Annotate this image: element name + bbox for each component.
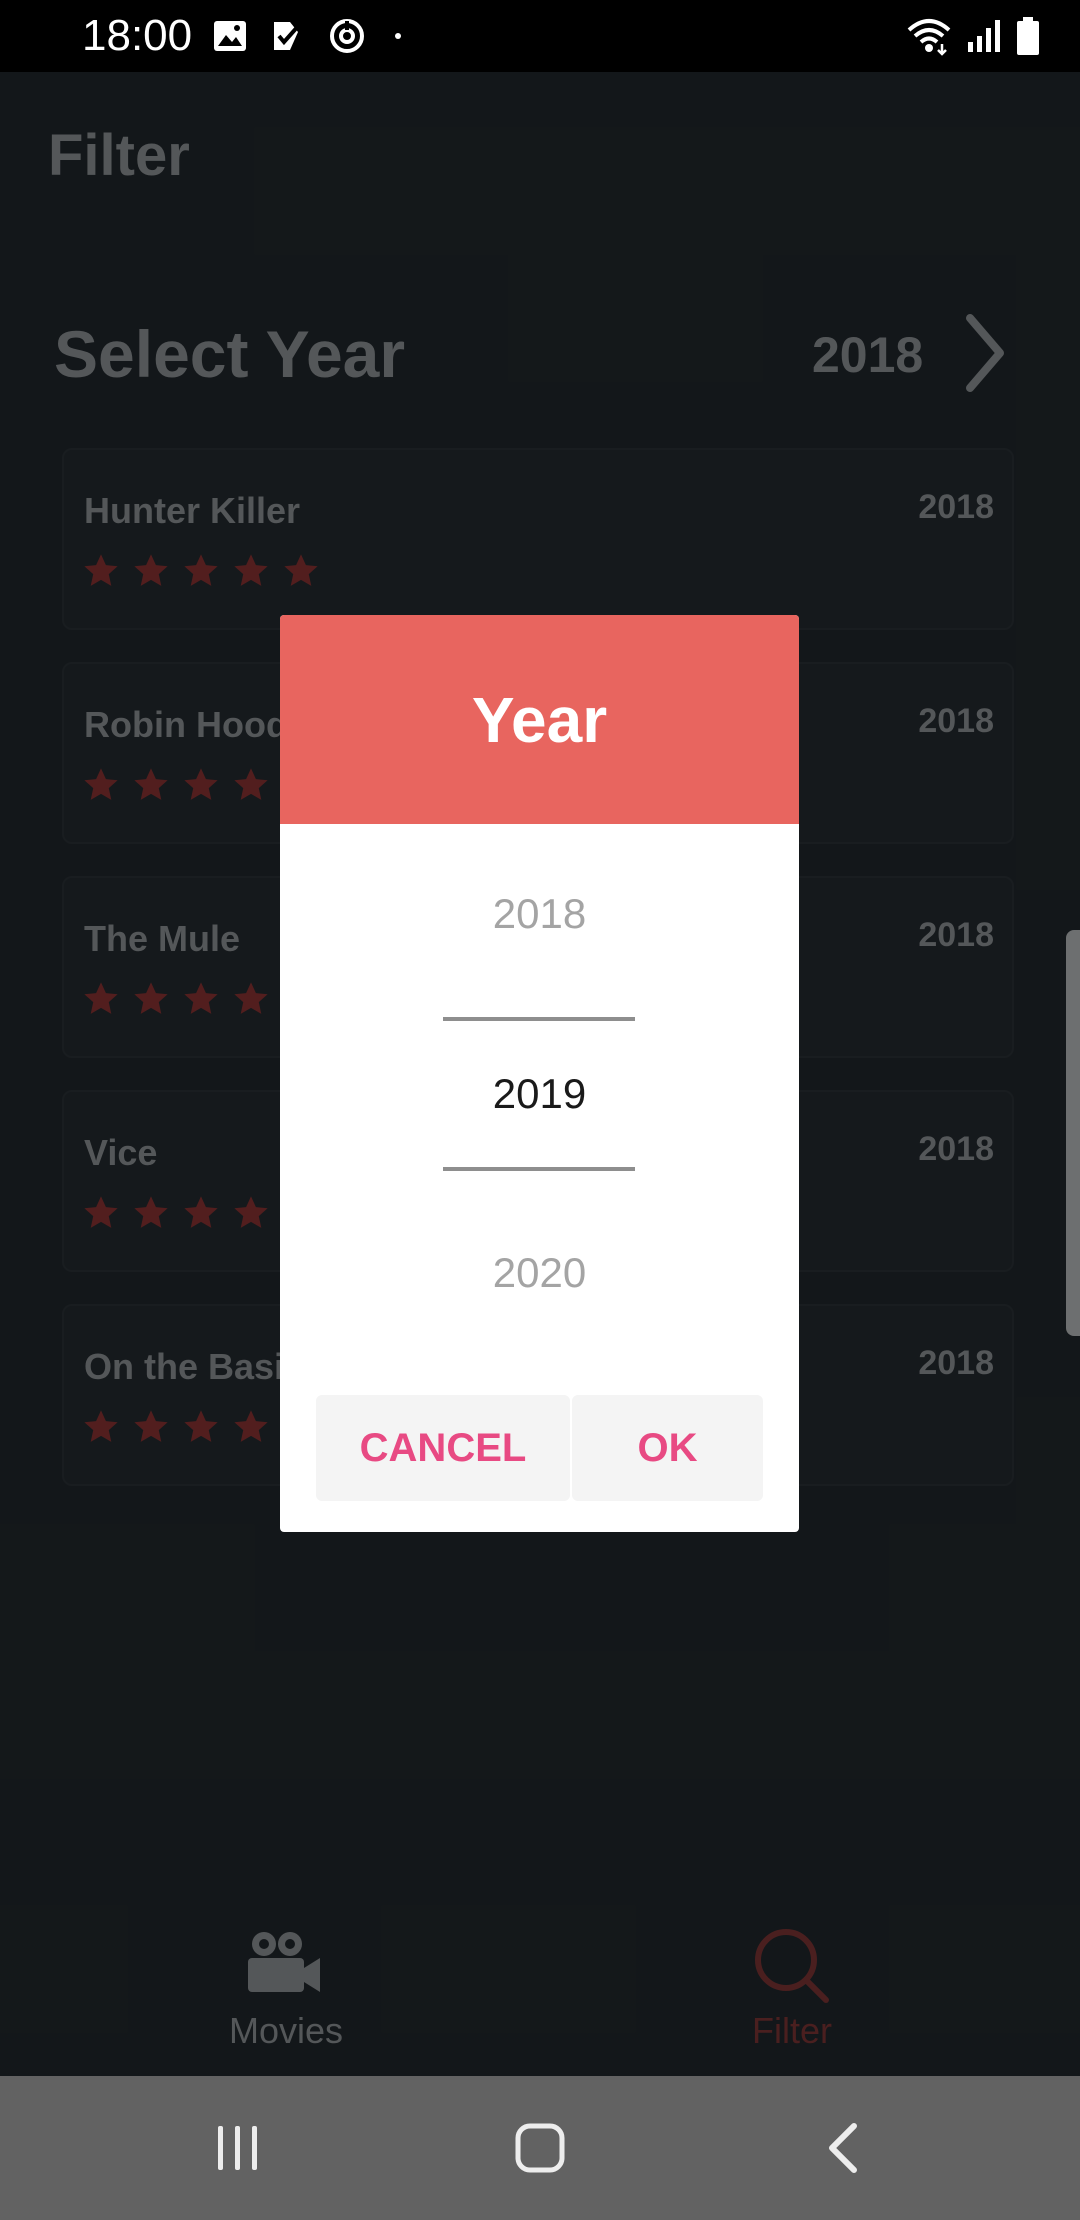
year-picker-dialog: Year 2018 2019 2020 CANCEL OK <box>280 615 799 1532</box>
sync-app-icon <box>330 19 364 53</box>
status-bar: 18:00 <box>0 0 1080 72</box>
status-icons-left <box>212 14 408 58</box>
home-icon[interactable] <box>514 2122 566 2174</box>
picker-divider-bottom <box>443 1167 635 1171</box>
edge-panel-handle[interactable] <box>1066 930 1080 1336</box>
back-icon[interactable] <box>824 2122 864 2174</box>
battery-icon <box>1017 17 1039 55</box>
dialog-header: Year <box>280 615 799 824</box>
picker-item-selected[interactable]: 2019 <box>280 1070 799 1118</box>
wifi-icon <box>907 19 951 56</box>
status-time: 18:00 <box>82 11 193 60</box>
ok-button[interactable]: OK <box>572 1395 763 1501</box>
picker-item-previous[interactable]: 2018 <box>280 890 799 938</box>
picker-divider-top <box>443 1017 635 1021</box>
dot-icon <box>395 33 401 39</box>
check-app-icon <box>274 22 302 50</box>
signal-icon <box>968 20 1000 52</box>
dialog-title: Year <box>471 683 608 756</box>
picker-item-next[interactable]: 2020 <box>280 1249 799 1297</box>
cancel-button[interactable]: CANCEL <box>316 1395 570 1501</box>
image-icon <box>214 21 246 51</box>
recent-apps-icon[interactable] <box>214 2124 262 2172</box>
system-nav-bar <box>0 2076 1080 2220</box>
status-icons-right <box>906 14 1040 58</box>
